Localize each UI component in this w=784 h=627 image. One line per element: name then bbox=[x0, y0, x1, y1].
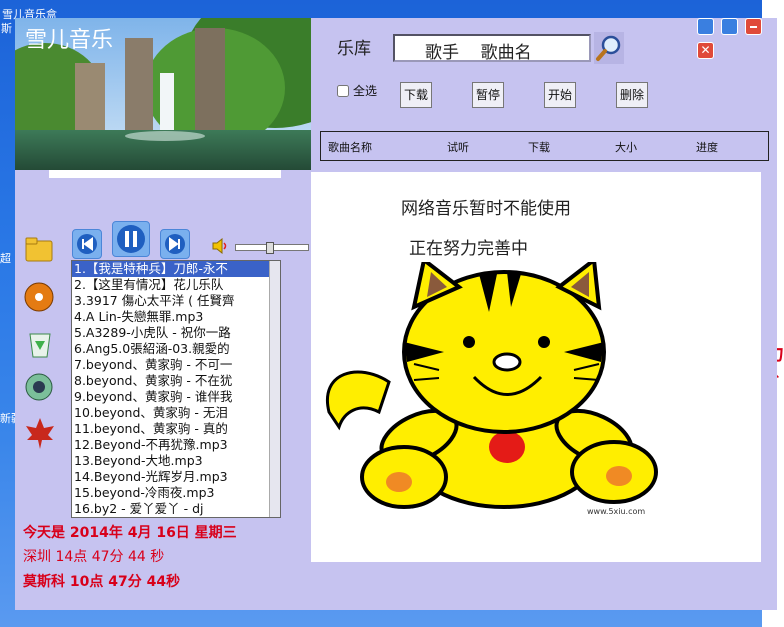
magnifier-icon bbox=[596, 35, 621, 61]
playlist-item[interactable]: 9.beyond、黄家驹 - 谁伴我 bbox=[72, 389, 280, 405]
playlist-item[interactable]: 6.Ang5.0張紹涵-03.親愛的 bbox=[72, 341, 280, 357]
cd-icon[interactable] bbox=[23, 280, 57, 314]
volume-slider[interactable] bbox=[235, 242, 309, 254]
playlist-item[interactable]: 5.A3289-小虎队 - 祝你一路 bbox=[72, 325, 280, 341]
previous-button[interactable] bbox=[72, 229, 102, 259]
playlist-scrollbar[interactable] bbox=[269, 261, 280, 517]
next-button[interactable] bbox=[160, 229, 190, 259]
moscow-time: 莫斯科 10点 47分 44秒 bbox=[23, 574, 181, 590]
maple-leaf-icon[interactable] bbox=[23, 416, 57, 450]
minimize-icon[interactable] bbox=[745, 18, 763, 35]
library-label: 乐库 bbox=[337, 39, 371, 59]
search-button[interactable] bbox=[594, 32, 624, 64]
download-button[interactable]: 下载 bbox=[400, 82, 432, 108]
improving-message: 正在努力完善中 bbox=[409, 239, 528, 259]
playlist-item[interactable]: 16.by2 - 爱丫爱丫 - dj bbox=[72, 501, 280, 517]
unavailable-message: 网络音乐暂时不能使用 bbox=[401, 199, 571, 219]
network-music-panel: 网络音乐暂时不能使用 正在努力完善中 www.5xiu.com bbox=[311, 172, 761, 562]
playlist[interactable]: 1.【我是特种兵】刀郎-永不 2.【这里有情况】花儿乐队 3.3917 傷心太平… bbox=[71, 260, 281, 518]
app-title: 雪儿音乐 bbox=[25, 28, 114, 53]
col-download: 下载 bbox=[528, 141, 550, 154]
col-size: 大小 bbox=[615, 141, 637, 154]
select-all-checkbox[interactable]: 全选 bbox=[337, 82, 377, 99]
playlist-item[interactable]: 13.Beyond-大地.mp3 bbox=[72, 453, 280, 469]
volume-icon[interactable] bbox=[211, 237, 229, 258]
window-controls: ✕ bbox=[697, 18, 777, 59]
playlist-item[interactable]: 8.beyond、黄家驹 - 不在犹 bbox=[72, 373, 280, 389]
pause-play-button[interactable] bbox=[112, 221, 150, 257]
previous-icon bbox=[77, 234, 97, 254]
desktop-label: 斯 bbox=[1, 22, 12, 35]
speaker-icon[interactable] bbox=[23, 370, 57, 404]
close-icon[interactable]: ✕ bbox=[697, 42, 714, 59]
date-display: 今天是 2014年 4月 16日 星期三 bbox=[23, 525, 237, 541]
delete-button[interactable]: 删除 bbox=[616, 82, 648, 108]
playlist-item[interactable]: 2.【这里有情况】花儿乐队 bbox=[72, 277, 280, 293]
playlist-item[interactable]: 10.beyond、黄家驹 - 无泪 bbox=[72, 405, 280, 421]
playlist-item[interactable]: 3.3917 傷心太平洋 ( 任賢齊 bbox=[72, 293, 280, 309]
volume-slider-thumb[interactable] bbox=[266, 242, 274, 254]
folder-icon[interactable] bbox=[23, 232, 57, 266]
col-preview: 试听 bbox=[447, 141, 469, 154]
shenzhen-time: 深圳 14点 47分 44 秒 bbox=[23, 549, 165, 565]
pause-icon bbox=[117, 225, 145, 253]
playlist-item[interactable]: 14.Beyond-光辉岁月.mp3 bbox=[72, 469, 280, 485]
search-input-value: 歌手 歌曲名 bbox=[425, 43, 532, 63]
playlist-item[interactable]: 15.beyond-冷雨夜.mp3 bbox=[72, 485, 280, 501]
playlist-item[interactable]: 1.【我是特种兵】刀郎-永不 bbox=[72, 261, 280, 277]
playlist-item[interactable]: 4.A Lin-失戀無罪.mp3 bbox=[72, 309, 280, 325]
settings-wrench-icon[interactable] bbox=[697, 18, 714, 35]
playlist-item[interactable]: 7.beyond、黄家驹 - 不可一 bbox=[72, 357, 280, 373]
music-player-window: 雪儿音乐 乐库 歌手 歌曲名 ✕ 全选 下载 暂停 开始 删除 歌曲名称 试听 … bbox=[15, 18, 777, 610]
playlist-item[interactable]: 12.Beyond-不再犹豫.mp3 bbox=[72, 437, 280, 453]
tiger-illustration: www.5xiu.com bbox=[325, 262, 658, 516]
skin-switch-icon[interactable] bbox=[721, 18, 739, 35]
recycle-bin-icon[interactable] bbox=[23, 326, 57, 360]
select-all-label: 全选 bbox=[353, 84, 378, 98]
desktop-label: 超 bbox=[0, 252, 11, 265]
next-icon bbox=[165, 234, 185, 254]
start-button[interactable]: 开始 bbox=[544, 82, 576, 108]
col-song-name: 歌曲名称 bbox=[328, 141, 372, 154]
song-table-header: 歌曲名称 试听 下载 大小 进度 bbox=[320, 131, 769, 161]
col-progress: 进度 bbox=[696, 141, 718, 154]
playlist-item[interactable]: 11.beyond、黄家驹 - 真的 bbox=[72, 421, 280, 437]
banner-caption-bar bbox=[49, 170, 281, 178]
watermark-text: www.5xiu.com bbox=[587, 507, 645, 516]
select-all-box[interactable] bbox=[337, 85, 349, 97]
search-input[interactable]: 歌手 歌曲名 bbox=[393, 34, 591, 63]
pause-button[interactable]: 暂停 bbox=[472, 82, 504, 108]
